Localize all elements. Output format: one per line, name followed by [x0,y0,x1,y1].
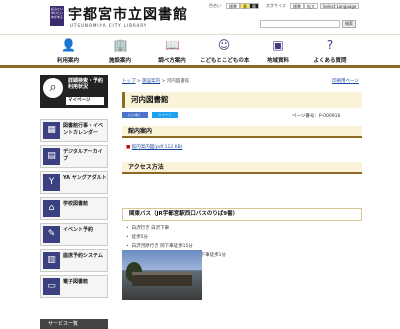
font-standard-button[interactable]: 標準 [290,3,304,9]
section-floor-guide: 館内案内 [122,126,362,138]
sidebar-item-label: YA ヤングアダルト [63,175,107,181]
sidebar-item-label: 図書館行事・イベントカレンダー [63,123,104,136]
tweet-button[interactable]: ツイート [152,112,178,118]
building-shape [132,272,192,286]
sidebar-item-label: 学校図書館 [63,201,89,207]
section-access: アクセス方法 [122,162,362,174]
nav-item-research[interactable]: 📖 調べ方案内 [148,38,196,66]
list-item: 徒歩5分 [126,233,356,242]
nav-item-facilities[interactable]: 🏢 施設案内 [96,38,144,66]
nav-label: 地域資料 [266,58,289,64]
breadcrumb-facilities[interactable]: 施設案内 [142,79,160,84]
site-subtitle: UTSUNOMIYA CITY LIBRARY [70,23,148,28]
building-icon: 🏢 [113,38,128,52]
sidebar-item-label: 座席予約システム [63,253,103,259]
mypage-title: 詳細検索・予約 利用状況 [68,78,104,90]
facebook-like-button[interactable]: いいね！ [122,112,148,118]
sidebar-item-archive[interactable]: ▤ デジタルアーカイブ [40,145,108,168]
service-list-heading[interactable]: サービス一覧 [40,319,108,329]
nav-label: 調べ方案内 [158,58,186,64]
map-icon: ▣ [272,38,284,52]
archive-icon: ▤ [43,148,60,165]
page-id: ページ番号：P-000916 [292,114,341,119]
search-icon: ⌕ [43,78,63,98]
font-large-button[interactable]: 拡大 [304,3,318,9]
school-icon: ⌂ [43,200,60,217]
sidebar-item-label: 電子図書館 [63,279,89,285]
pdf-link-row: ■ 館内案内図(pdf 112 KB) [126,144,183,150]
sidebar-item-calendar[interactable]: ▦ 図書館行事・イベントカレンダー [40,119,108,142]
breadcrumb-current: 河内図書館 [166,79,190,84]
nav-label: よくある質問 [313,58,347,64]
ebook-icon: ▭ [43,278,60,295]
sidebar-item-event-reserve[interactable]: ✎ イベント予約 [40,223,108,246]
search-button[interactable]: 検索 [342,20,356,28]
nav-label: こどもとこどもの本 [200,58,250,64]
person-icon: 👤 [61,38,76,52]
sidebar-list: ▦ 図書館行事・イベントカレンダー ▤ デジタルアーカイブ Y YA ヤングアダ… [40,119,108,301]
nav-item-children[interactable]: ☺ こどもとこどもの本 [200,38,250,66]
site-title[interactable]: 宇都宮市立図書館 [68,4,188,24]
nav-label: 施設案内 [108,58,131,64]
nav-item-local[interactable]: ▣ 地域資料 [254,38,302,66]
seat-icon: ▥ [43,252,60,269]
sidebar-item-seat[interactable]: ▥ 座席予約システム [40,249,108,272]
pdf-icon: ■ [126,145,131,150]
child-icon: ☺ [217,38,231,52]
breadcrumb: トップ > 施設案内 > 河内図書館 [122,79,190,84]
print-link[interactable]: 印刷用ページ [332,78,359,84]
floor-guide-pdf-link[interactable]: 館内案内図(pdf 112 KB) [132,145,183,150]
nav-item-faq[interactable]: ? よくある質問 [306,38,354,66]
sidebar-item-label: イベント予約 [63,227,94,233]
global-nav: 👤 利用案内 🏢 施設案内 📖 調べ方案内 ☺ こどもとこどもの本 ▣ 地域資料… [0,34,400,68]
site-header: 読みたい 学びたい 本がある 宇都宮市立図書館 UTSUNOMIYA CITY … [0,0,400,33]
color-black-button[interactable]: 黒 [249,3,259,9]
library-photo [122,250,202,300]
language-select[interactable]: Select Language [320,3,360,9]
nav-label: 利用案内 [56,58,79,64]
book-icon: 📖 [165,38,180,52]
color-label: 色合い [209,3,221,8]
page-title: 河内図書館 [122,92,362,108]
reserve-icon: ✎ [43,226,60,243]
breadcrumb-top[interactable]: トップ [122,79,136,84]
font-size-label: 文字サイズ [266,3,286,8]
bus-heading: 関東バス（JR宇都宮駅西口バスのりば9番） [122,208,362,221]
question-icon: ? [326,38,334,52]
ya-icon: Y [43,174,60,191]
calendar-icon: ▦ [43,122,60,139]
search-input[interactable] [260,20,340,28]
color-standard-button[interactable]: 標準 [226,3,240,9]
sidebar-item-ya[interactable]: Y YA ヤングアダルト [40,171,108,194]
sidebar-item-label: デジタルアーカイブ [63,149,103,162]
mypage-link[interactable]: マイページ [66,97,104,105]
sidebar-item-ebook[interactable]: ▭ 電子図書館 [40,275,108,298]
library-logo[interactable]: 読みたい 学びたい 本がある [50,6,64,26]
list-item: 白沢行き 白沢下車 [126,224,356,233]
mypage-panel[interactable]: ⌕ 詳細検索・予約 利用状況 マイページ [40,75,108,108]
sidebar-item-school[interactable]: ⌂ 学校図書館 [40,197,108,220]
nav-item-usage[interactable]: 👤 利用案内 [44,38,92,66]
